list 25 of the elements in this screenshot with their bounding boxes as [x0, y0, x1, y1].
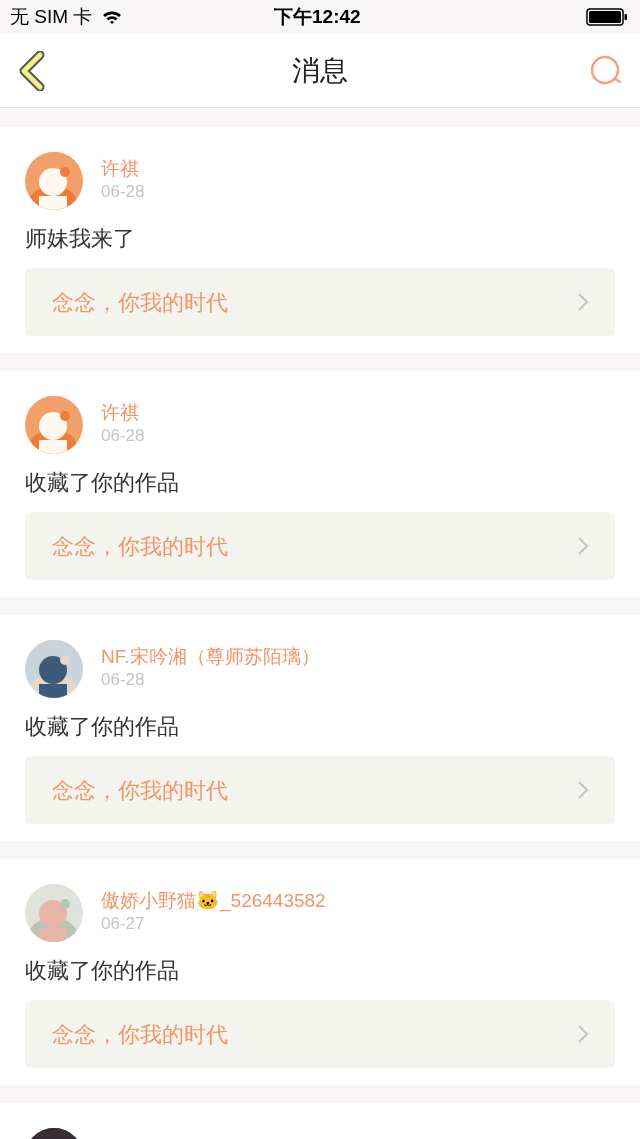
time-text: 下午12:42	[274, 4, 361, 29]
message-text: 收藏了你的作品	[25, 957, 180, 985]
user-name[interactable]: 许祺	[101, 401, 145, 425]
user-name[interactable]: 傲娇小野猫🐱_526443582	[101, 889, 326, 913]
chevron-icon	[577, 292, 589, 312]
message-date: 06-28	[101, 181, 145, 203]
chevron-icon	[577, 1024, 589, 1044]
message-text: 收藏了你的作品	[25, 713, 180, 741]
message-date: 06-28	[101, 669, 146, 691]
message-date: 06-28	[101, 425, 145, 447]
work-link[interactable]: 念念，你我的时代	[25, 756, 615, 824]
chevron-icon	[577, 536, 589, 556]
wifi-icon	[102, 9, 123, 25]
message-text: 收藏了你的作品	[25, 469, 180, 497]
page-title: 消息	[292, 53, 348, 88]
battery-icon	[586, 8, 628, 26]
work-link[interactable]: 念念，你我的时代	[25, 1000, 615, 1068]
message-text: 师妹我来了	[25, 225, 136, 253]
message-date: 06-27	[101, 913, 146, 935]
work-link[interactable]: 念念，你我的时代	[25, 512, 615, 580]
carrier-text: 无 SIM 卡	[10, 4, 93, 29]
chevron-icon	[577, 780, 589, 800]
user-name[interactable]: NF.宋吟湘（尊师苏陌璃）	[101, 645, 320, 669]
work-link[interactable]: 念念，你我的时代	[25, 268, 615, 336]
user-name[interactable]: 许祺	[101, 157, 145, 181]
